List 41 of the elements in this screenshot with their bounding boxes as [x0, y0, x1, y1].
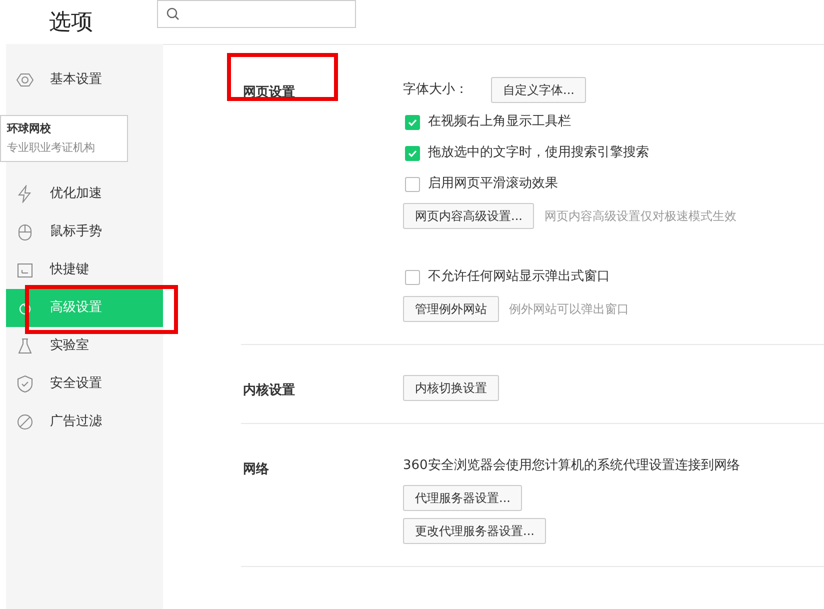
settings-button[interactable]: 内核切换设置 [403, 375, 499, 401]
tooltip-title: 环球网校 [7, 121, 52, 137]
check-icon [407, 116, 418, 128]
checkbox[interactable] [405, 146, 420, 160]
description-text: 360安全浏览器会使用您计算机的系统代理设置连接到网络 [403, 457, 740, 476]
hint-text: 例外网站可以弹出窗口 [509, 301, 629, 318]
flask-icon [16, 337, 34, 355]
search-field[interactable] [157, 0, 356, 28]
sidebar-item[interactable]: 实验室 [6, 327, 163, 365]
settings-button[interactable]: 代理服务器设置... [403, 485, 522, 511]
section-title: 内核设置 [243, 383, 295, 398]
settings-button[interactable]: 更改代理服务器设置... [403, 518, 546, 544]
field-label: 字体大小： [403, 81, 468, 100]
custom-font-button[interactable]: 自定义字体... [491, 77, 586, 103]
checkbox-label: 在视频右上角显示工具栏 [428, 113, 571, 132]
settings-button[interactable]: 网页内容高级设置... [403, 203, 534, 229]
sidebar-item[interactable]: 快捷键 [6, 251, 163, 289]
search-icon [166, 7, 180, 21]
checkbox-label: 启用网页平滑滚动效果 [428, 175, 558, 194]
gear-icon [16, 71, 34, 89]
hint-text: 网页内容高级设置仅对极速模式生效 [544, 208, 736, 225]
sidebar-item[interactable]: 广告过滤 [6, 403, 163, 441]
settings-button[interactable]: 管理例外网站 [403, 296, 499, 322]
checkbox[interactable] [405, 270, 420, 284]
page-title: 选项 [49, 8, 93, 36]
tooltip-text: 专业职业考证机构 [7, 140, 96, 156]
checkbox-label: 拖放选中的文字时，使用搜索引擎搜索 [428, 144, 649, 162]
checkbox-label: 不允许任何网站显示弹出式窗口 [428, 268, 610, 286]
sidebar-item[interactable]: 鼠标手势 [6, 213, 163, 251]
sidebar-item[interactable]: 优化加速 [6, 175, 163, 213]
lightning-icon [16, 185, 34, 203]
shield-icon [16, 375, 34, 393]
sidebar-item[interactable]: 基本设置 [6, 61, 163, 99]
checkbox[interactable] [405, 114, 420, 130]
sidebar-item[interactable]: 安全设置 [6, 365, 163, 403]
block-icon [16, 413, 34, 431]
keyboard-icon [16, 261, 34, 279]
checkbox[interactable] [405, 176, 420, 192]
check-icon [407, 148, 418, 158]
mouse-icon [16, 223, 34, 241]
section-title: 网络 [243, 462, 269, 477]
